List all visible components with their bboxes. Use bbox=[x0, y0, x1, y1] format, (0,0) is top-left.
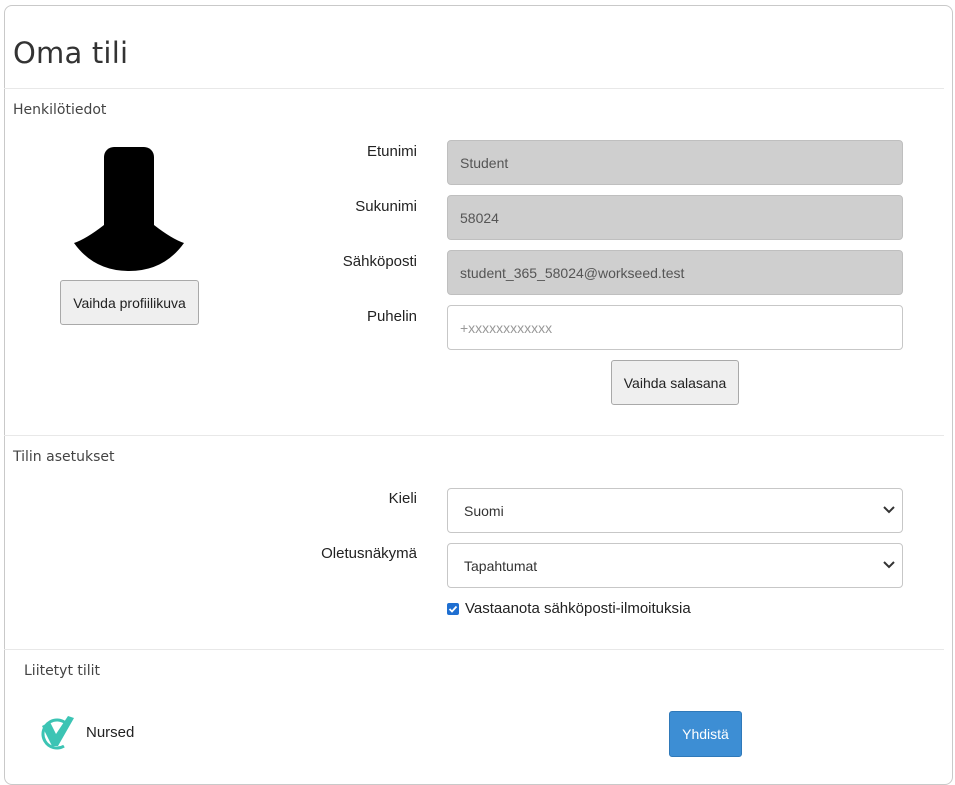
default-view-label: Oletusnäkymä bbox=[321, 545, 417, 562]
email-notifications-label: Vastaanota sähköposti-ilmoituksia bbox=[465, 600, 691, 617]
chevron-down-icon bbox=[883, 506, 895, 514]
email-field[interactable] bbox=[447, 250, 903, 295]
email-label: Sähköposti bbox=[342, 253, 417, 270]
chevron-down-icon bbox=[883, 561, 895, 569]
first-name-label: Etunimi bbox=[366, 143, 417, 160]
linked-account-name: Nursed bbox=[86, 723, 135, 741]
nursed-logo-icon bbox=[41, 716, 74, 750]
connect-nursed-button[interactable]: Yhdistä bbox=[669, 711, 742, 757]
email-notifications-row: Vastaanota sähköposti-ilmoituksia bbox=[447, 600, 691, 617]
divider bbox=[4, 649, 944, 650]
phone-field[interactable] bbox=[447, 305, 903, 350]
last-name-label: Sukunimi bbox=[355, 198, 417, 215]
default-view-selected-value: Tapahtumat bbox=[464, 557, 538, 574]
language-selected-value: Suomi bbox=[464, 502, 504, 519]
check-icon bbox=[448, 605, 458, 613]
email-notifications-checkbox[interactable] bbox=[447, 602, 459, 615]
divider bbox=[4, 88, 944, 89]
profile-picture bbox=[74, 147, 184, 276]
section-title-settings: Tilin asetukset bbox=[13, 449, 115, 465]
linked-account-row: Nursed bbox=[40, 714, 134, 750]
phone-label: Puhelin bbox=[366, 308, 417, 325]
change-profile-picture-button[interactable]: Vaihda profiilikuva bbox=[60, 280, 199, 325]
divider bbox=[4, 435, 944, 436]
section-title-personal: Henkilötiedot bbox=[13, 102, 107, 118]
language-select[interactable]: Suomi bbox=[447, 488, 903, 533]
default-view-select[interactable]: Tapahtumat bbox=[447, 543, 903, 588]
last-name-field[interactable] bbox=[447, 195, 903, 240]
language-label: Kieli bbox=[388, 490, 417, 507]
change-password-button[interactable]: Vaihda salasana bbox=[611, 360, 739, 405]
first-name-field[interactable] bbox=[447, 140, 903, 185]
section-title-linked: Liitetyt tilit bbox=[24, 663, 101, 679]
default-avatar-icon bbox=[74, 147, 184, 271]
page-title: Oma tili bbox=[13, 36, 129, 70]
account-card bbox=[4, 5, 953, 785]
